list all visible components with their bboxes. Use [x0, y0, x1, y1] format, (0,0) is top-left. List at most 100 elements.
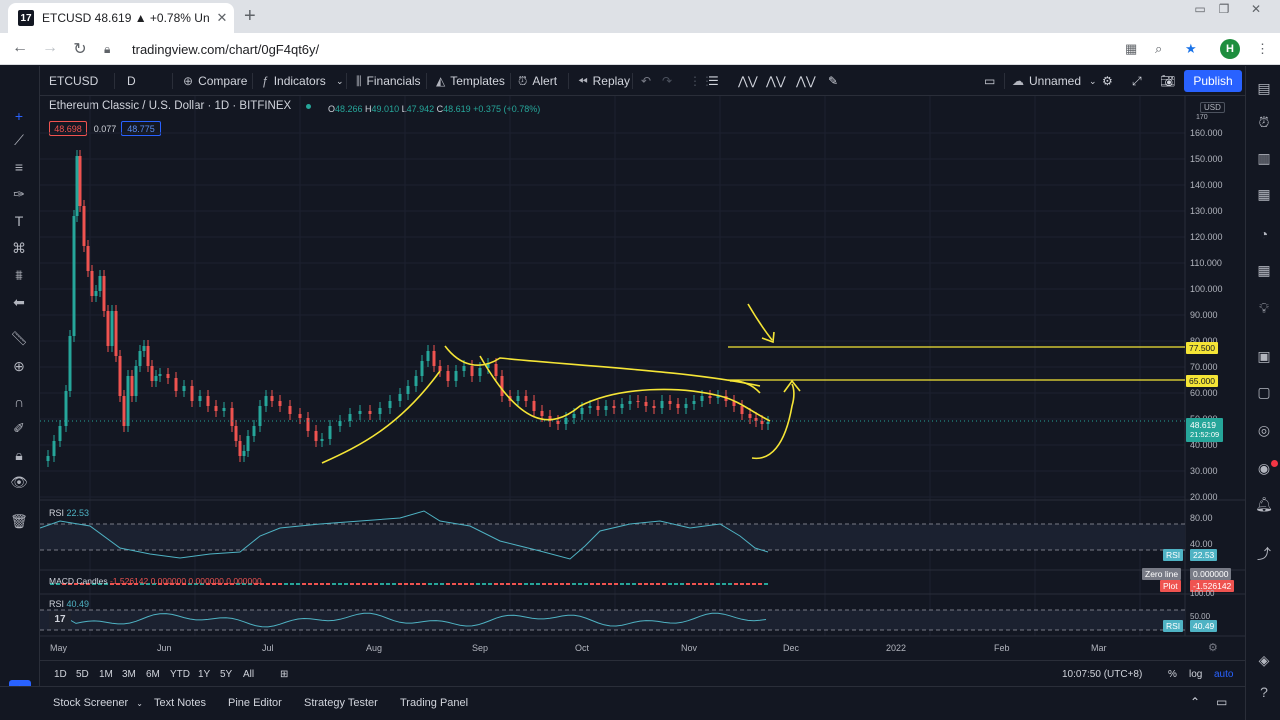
range-button[interactable]: 5Y [220, 669, 232, 680]
layout-name-button[interactable]: ☁︎ Unnamed ⌄ [1012, 66, 1097, 96]
bookmark-star-icon[interactable]: ★ [1185, 41, 1197, 57]
financials-button[interactable]: ⫼ Financials [356, 66, 421, 96]
indicators-dropdown-icon[interactable]: ⌄ [336, 66, 344, 96]
news-icon[interactable]: ▥ [1254, 150, 1274, 167]
restore-icon[interactable]: ❐ [1212, 2, 1236, 16]
settings-gear-icon[interactable]: ⚙︎ [1102, 66, 1113, 96]
streams-icon[interactable]: ◎ [1254, 422, 1274, 439]
candle-body [58, 426, 62, 441]
trend-line-icon[interactable]: ⟋ [8, 132, 30, 149]
layout-select-icon[interactable]: ▭ [984, 66, 995, 96]
alerts-clock-icon[interactable]: ⏰︎ [1254, 114, 1274, 131]
fullscreen-icon[interactable]: ⤢ [1132, 66, 1142, 96]
text-tool-icon[interactable]: T [8, 213, 30, 229]
calendar-icon[interactable]: ▦ [1254, 186, 1274, 203]
horizontal-lines-icon[interactable]: ☰ [708, 66, 719, 96]
maximize-panel-icon[interactable]: ▭ [1216, 695, 1227, 709]
symbol-search-button[interactable]: ETCUSD [49, 66, 98, 96]
menu-kebab-icon[interactable]: ⋮ [1256, 41, 1269, 57]
time-axis-label: Aug [366, 643, 383, 653]
collapse-panel-icon[interactable]: ⌃ [1190, 695, 1200, 709]
zoom-icon[interactable]: ⌕ [1155, 41, 1162, 57]
candle-body [420, 361, 424, 376]
reload-icon[interactable]: ↻ [70, 39, 90, 59]
new-tab-icon[interactable]: + [244, 5, 256, 28]
back-arrow-icon[interactable]: ⬅︎ [8, 294, 30, 311]
range-button[interactable]: 1D [54, 669, 67, 680]
goto-date-icon[interactable]: ⊞ [280, 669, 288, 680]
tab-strategy-tester[interactable]: Strategy Tester [304, 697, 378, 709]
pattern-xyz-icon[interactable]: ⋀⋁ [766, 66, 786, 96]
auto-toggle[interactable]: auto [1214, 669, 1233, 680]
replay-button[interactable]: ⏪︎ Replay [578, 66, 630, 96]
tab-text-notes[interactable]: Text Notes [154, 697, 206, 709]
macd-bar [338, 583, 342, 585]
pattern-wave-icon[interactable]: ⋀⋁ [796, 66, 816, 96]
price-chart[interactable] [40, 96, 1245, 656]
url-field[interactable]: 🔒︎ tradingview.com/chart/0gF4qt6y/ [104, 37, 1214, 61]
redo-icon[interactable]: ↷ [662, 66, 672, 96]
comments-icon[interactable]: ▢ [1254, 384, 1274, 401]
watchlist-icon[interactable]: ▤ [1254, 80, 1274, 97]
tab-stock-screener[interactable]: Stock Screener ⌄ [53, 697, 143, 709]
hotlists-icon[interactable]: ◔ [1254, 226, 1274, 242]
tab-pine-editor[interactable]: Pine Editor [228, 697, 282, 709]
help-icon[interactable]: ? [1254, 684, 1274, 700]
range-button[interactable]: 3M [122, 669, 136, 680]
percent-toggle[interactable]: % [1168, 669, 1177, 680]
clock-time[interactable]: 10:07:50 (UTC+8) [1062, 669, 1142, 680]
trash-icon[interactable]: 🗑︎ [8, 513, 30, 530]
macd-bar [572, 583, 576, 585]
range-button[interactable]: 1M [99, 669, 113, 680]
range-button[interactable]: 5D [76, 669, 89, 680]
currency-select[interactable]: USD [1200, 102, 1225, 113]
range-button[interactable]: 1Y [198, 669, 210, 680]
interval-button[interactable]: D [127, 66, 136, 96]
crosshair-icon[interactable]: + [8, 108, 30, 124]
candle-body [348, 414, 352, 421]
undo-icon[interactable]: ↶ [641, 66, 651, 96]
close-window-icon[interactable]: ✕ [1244, 2, 1268, 16]
lock-drawings-icon[interactable]: 🔒︎ [8, 447, 30, 464]
trading-panel-icon[interactable]: ⤴ [1254, 544, 1274, 564]
grid-icon[interactable]: ▦ [1125, 41, 1137, 57]
zoom-in-icon[interactable]: ⊕ [8, 358, 30, 375]
back-icon[interactable]: ← [10, 39, 30, 57]
data-window-icon[interactable]: ▦ [1254, 262, 1274, 279]
ideas-bulb-icon[interactable]: 💡︎ [1254, 300, 1274, 317]
compare-button[interactable]: ⊕ Compare [183, 66, 247, 96]
minimize-icon[interactable]: ▭ [1188, 2, 1212, 16]
close-tab-icon[interactable]: ✕ [210, 10, 234, 26]
macd-bar [326, 583, 330, 585]
range-button[interactable]: All [243, 669, 254, 680]
magnet-icon[interactable]: ∩ [8, 394, 30, 410]
pattern-abc-icon[interactable]: ⋀⋁ [738, 66, 758, 96]
snapshot-camera-icon[interactable]: 📷︎ [1160, 66, 1175, 96]
macd-bar [452, 583, 456, 585]
indicators-button[interactable]: ƒ Indicators [262, 66, 326, 96]
tab-trading-panel[interactable]: Trading Panel [400, 697, 468, 709]
ruler-icon[interactable]: 📏︎ [8, 330, 30, 347]
pen-tool-icon[interactable]: ✑ [8, 186, 30, 203]
macd-bar [710, 583, 714, 585]
notifications-bell-icon[interactable]: 🔔︎ [1254, 496, 1274, 513]
stay-drawing-icon[interactable]: ✐ [8, 420, 30, 437]
templates-button[interactable]: ◭ Templates [436, 66, 505, 96]
horizontal-line-tool-icon[interactable]: ≡ [8, 159, 30, 175]
candle-body [446, 371, 450, 381]
browser-tab[interactable]: 17 ETCUSD 48.619 ▲ +0.78% Unna ✕ [8, 3, 234, 33]
forward-icon[interactable]: → [40, 39, 60, 57]
alert-button[interactable]: ⏰︎ Alert [518, 66, 557, 96]
hide-drawings-eye-icon[interactable]: 👁︎ [8, 474, 30, 491]
publish-button[interactable]: Publish [1184, 70, 1242, 92]
range-button[interactable]: YTD [170, 669, 190, 680]
log-toggle[interactable]: log [1189, 669, 1202, 680]
layers-icon[interactable]: ◈ [1254, 652, 1274, 669]
prediction-tool-icon[interactable]: ⩩ [8, 267, 30, 284]
chats-icon[interactable]: ▣ [1254, 348, 1274, 365]
brush-tool-icon[interactable]: ✎ [828, 66, 838, 96]
pattern-tool-icon[interactable]: ⌘ [8, 240, 30, 257]
axis-settings-gear-icon[interactable]: ⚙︎ [1208, 641, 1218, 654]
profile-avatar[interactable]: H [1220, 39, 1240, 59]
range-button[interactable]: 6M [146, 669, 160, 680]
